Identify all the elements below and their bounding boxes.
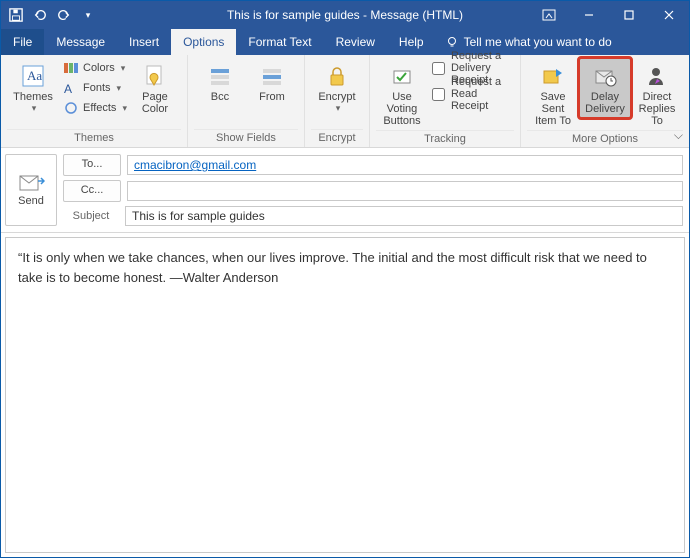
- fonts-button[interactable]: A Fonts▾: [61, 78, 129, 98]
- group-label-show-fields: Show Fields: [194, 129, 298, 147]
- effects-icon: [63, 100, 79, 116]
- tab-format-text[interactable]: Format Text: [236, 29, 323, 55]
- from-icon: [259, 63, 285, 89]
- send-button[interactable]: Send: [5, 154, 57, 226]
- tell-me-label: Tell me what you want to do: [464, 35, 612, 49]
- tab-file[interactable]: File: [1, 29, 44, 55]
- page-color-icon: [142, 63, 168, 89]
- body-text: “It is only when we take chances, when o…: [18, 250, 647, 285]
- group-label-encrypt: Encrypt: [311, 129, 363, 147]
- redo-icon[interactable]: [57, 8, 71, 22]
- tab-review[interactable]: Review: [324, 29, 387, 55]
- ribbon-tabs: File Message Insert Options Format Text …: [1, 29, 689, 55]
- bcc-icon: [207, 63, 233, 89]
- group-encrypt: Encrypt ▾ Encrypt: [305, 55, 370, 147]
- direct-replies-icon: [644, 63, 670, 89]
- encrypt-button[interactable]: Encrypt ▾: [311, 58, 363, 117]
- collapse-ribbon-icon[interactable]: ⌵: [674, 128, 683, 143]
- tab-message[interactable]: Message: [44, 29, 117, 55]
- window-controls: [529, 1, 689, 29]
- from-button[interactable]: From: [246, 58, 298, 106]
- to-button[interactable]: To...: [63, 154, 121, 176]
- lightbulb-icon: [446, 36, 458, 48]
- chevron-down-icon: ▾: [32, 103, 37, 114]
- page-color-label: Page Color: [142, 91, 168, 115]
- effects-button[interactable]: Effects▾: [61, 98, 129, 118]
- group-label-more-options: More Options: [527, 130, 683, 148]
- quick-access-toolbar: ▾: [1, 8, 95, 22]
- themes-label: Themes: [13, 91, 53, 103]
- subject-label: Subject: [63, 206, 119, 226]
- tab-help[interactable]: Help: [387, 29, 436, 55]
- send-icon: [19, 173, 43, 191]
- cc-button[interactable]: Cc...: [63, 180, 121, 202]
- direct-replies-to-button[interactable]: Direct Replies To: [631, 58, 683, 130]
- delay-delivery-icon: [592, 63, 618, 89]
- colors-button[interactable]: Colors▾: [61, 58, 129, 78]
- maximize-button[interactable]: [609, 1, 649, 29]
- read-receipt-input[interactable]: [432, 88, 445, 101]
- ribbon: Aa Themes ▾ Colors▾ A Fonts▾: [1, 55, 689, 148]
- bcc-button[interactable]: Bcc: [194, 58, 246, 106]
- titlebar: ▾ This is for sample guides - Message (H…: [1, 1, 689, 29]
- themes-button[interactable]: Aa Themes ▾: [7, 58, 59, 117]
- svg-text:Aa: Aa: [27, 68, 42, 83]
- group-label-tracking: Tracking: [376, 130, 514, 148]
- ribbon-display-options-icon[interactable]: [529, 1, 569, 29]
- voting-icon: [389, 63, 415, 89]
- save-sent-item-to-button[interactable]: Save Sent Item To: [527, 58, 579, 130]
- tab-options[interactable]: Options: [171, 29, 236, 55]
- colors-icon: [63, 60, 79, 76]
- group-tracking: Use Voting Buttons Request a Delivery Re…: [370, 55, 521, 147]
- save-sent-icon: [540, 63, 566, 89]
- group-show-fields: Bcc From Show Fields: [188, 55, 305, 147]
- tab-insert[interactable]: Insert: [117, 29, 171, 55]
- close-button[interactable]: [649, 1, 689, 29]
- undo-icon[interactable]: [33, 8, 47, 22]
- minimize-button[interactable]: [569, 1, 609, 29]
- group-more-options: Save Sent Item To Delay Delivery Direct …: [521, 55, 689, 147]
- read-receipt-checkbox[interactable]: Request a Read Receipt: [432, 84, 514, 104]
- subject-field[interactable]: [125, 206, 683, 226]
- page-color-button[interactable]: Page Color: [129, 58, 181, 118]
- lock-icon: [324, 63, 350, 89]
- delay-delivery-button[interactable]: Delay Delivery: [579, 58, 631, 118]
- themes-icon: Aa: [20, 63, 46, 89]
- compose-fields: To... Cc... Subject: [63, 154, 683, 226]
- delivery-receipt-checkbox[interactable]: Request a Delivery Receipt: [432, 58, 514, 78]
- group-themes: Aa Themes ▾ Colors▾ A Fonts▾: [1, 55, 188, 147]
- cc-field[interactable]: [127, 181, 683, 201]
- to-field[interactable]: [127, 155, 683, 175]
- outlook-message-window: ▾ This is for sample guides - Message (H…: [0, 0, 690, 558]
- use-voting-button[interactable]: Use Voting Buttons: [376, 58, 428, 130]
- save-icon[interactable]: [9, 8, 23, 22]
- group-label-themes: Themes: [7, 129, 181, 147]
- fonts-icon: A: [63, 80, 79, 96]
- compose-header: Send To... Cc... Subject: [1, 148, 689, 233]
- delivery-receipt-input[interactable]: [432, 62, 445, 75]
- message-body[interactable]: “It is only when we take chances, when o…: [5, 237, 685, 553]
- svg-text:A: A: [64, 82, 72, 96]
- qat-customize-icon[interactable]: ▾: [81, 8, 95, 22]
